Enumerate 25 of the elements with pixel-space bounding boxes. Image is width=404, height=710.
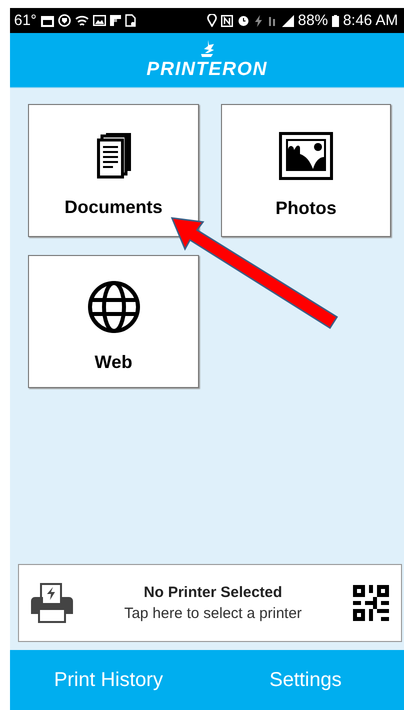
location-icon xyxy=(206,14,217,27)
documents-icon xyxy=(96,133,130,179)
photo-icon xyxy=(279,132,333,180)
printer-selection-card[interactable]: No Printer Selected Tap here to select a printer xyxy=(18,564,402,642)
qr-code-icon xyxy=(353,585,389,621)
logo-text: PRINTERON xyxy=(146,58,268,80)
printer-status-title: No Printer Selected xyxy=(144,584,282,601)
documents-tile[interactable]: Documents xyxy=(28,104,199,237)
nfc-icon xyxy=(220,14,233,26)
charging-icon xyxy=(254,14,264,26)
file-icon xyxy=(124,14,136,27)
clock-text: 8:46 AM xyxy=(342,12,398,29)
photos-tile[interactable]: Photos xyxy=(221,104,391,237)
image-icon xyxy=(92,15,106,26)
battery-icon xyxy=(332,14,339,26)
shield-icon xyxy=(58,14,71,27)
wifi-icon xyxy=(74,14,89,26)
cell-signal-icon xyxy=(282,14,294,26)
signal-icon xyxy=(268,14,278,26)
printer-icon xyxy=(31,583,73,623)
globe-icon xyxy=(86,280,140,334)
battery-percent-text: 88% xyxy=(298,12,328,29)
web-tile[interactable]: Web xyxy=(28,255,199,388)
printer-status-hint: Tap here to select a printer xyxy=(124,605,302,622)
temperature-text: 61° xyxy=(14,12,37,29)
